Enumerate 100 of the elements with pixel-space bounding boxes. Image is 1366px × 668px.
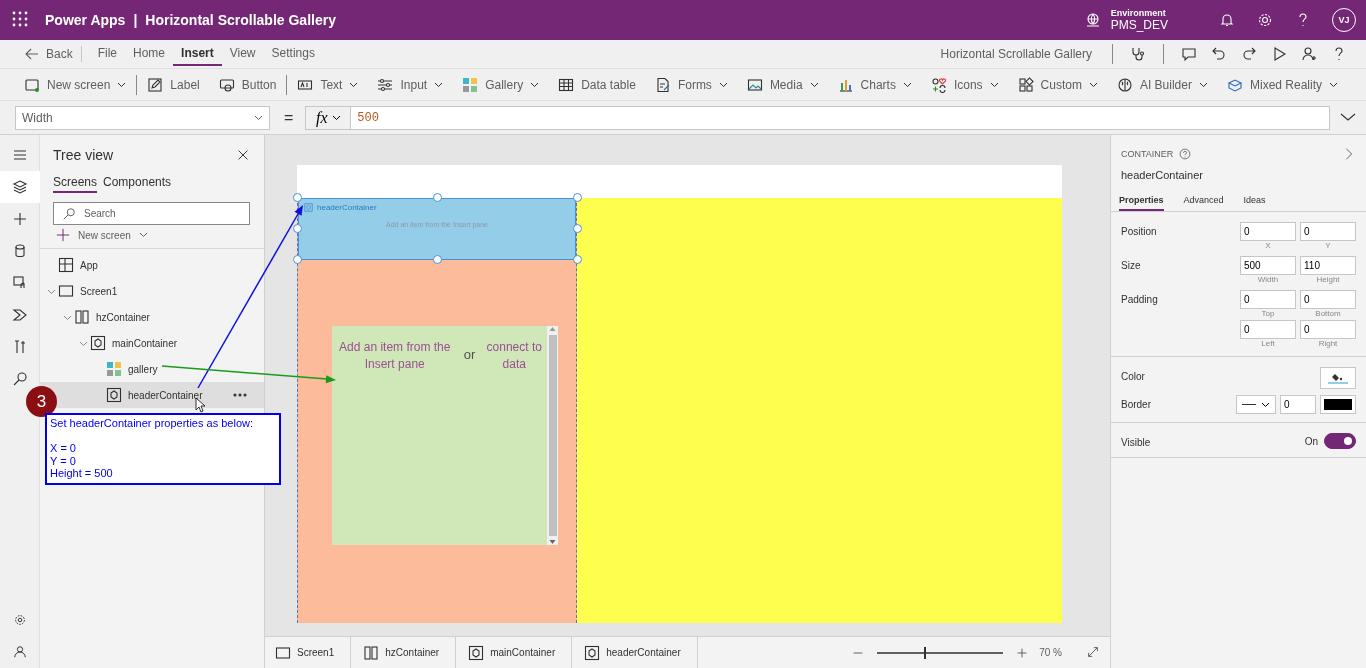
app-launcher-icon[interactable] xyxy=(12,10,28,27)
screen-icon xyxy=(275,644,291,661)
properties-tab[interactable]: Ideas xyxy=(1243,195,1266,211)
resize-handle[interactable] xyxy=(293,193,302,202)
undo-icon[interactable] xyxy=(1211,46,1227,62)
search-field[interactable]: Search xyxy=(53,202,250,225)
search-icon xyxy=(62,206,76,221)
resize-handle[interactable] xyxy=(293,255,302,264)
share-user-icon[interactable] xyxy=(1301,46,1317,62)
flow-icon[interactable] xyxy=(11,307,28,323)
field-caption: Right xyxy=(1318,339,1338,348)
properties-tab[interactable]: Properties xyxy=(1119,195,1164,211)
back-button[interactable]: Back xyxy=(24,46,82,62)
back-arrow-icon xyxy=(24,46,40,62)
formula-field[interactable]: 500 xyxy=(351,105,1330,130)
breadcrumb-item[interactable]: hzContainer xyxy=(363,636,457,668)
number-field[interactable]: 0 xyxy=(1300,222,1356,241)
function-button[interactable]: fx xyxy=(305,105,352,130)
plus-icon xyxy=(56,228,70,242)
scroll-down-icon[interactable] xyxy=(549,539,556,545)
number-field[interactable]: 0 xyxy=(1300,290,1356,309)
visible-toggle[interactable] xyxy=(1324,433,1356,449)
sliders-icon xyxy=(377,76,394,93)
property-label: Border xyxy=(1121,398,1151,410)
container-name: headerContainer xyxy=(317,203,377,212)
fullscreen-icon[interactable] xyxy=(1086,644,1100,659)
number-field[interactable]: 110 xyxy=(1300,256,1356,275)
number-field[interactable]: 0 xyxy=(1300,320,1356,339)
tree-item[interactable]: App xyxy=(40,252,264,278)
resize-handle[interactable] xyxy=(433,255,442,264)
media-icon[interactable] xyxy=(11,275,28,291)
resize-handle[interactable] xyxy=(433,193,442,202)
border-color-button[interactable] xyxy=(1320,395,1356,414)
panel-tab[interactable]: Screens xyxy=(53,175,98,193)
mouse-cursor-icon xyxy=(195,397,206,413)
menu-icon[interactable] xyxy=(11,147,28,163)
ribbon-button[interactable]: Input xyxy=(377,76,444,93)
environment-label: Environment xyxy=(1110,8,1167,18)
scrollbar-thumb[interactable] xyxy=(548,335,557,536)
ribbon-button[interactable]: New screen xyxy=(24,76,127,93)
menu-tab[interactable]: View xyxy=(221,42,264,66)
bell-icon[interactable] xyxy=(1219,12,1235,28)
field-caption: Height xyxy=(1316,275,1340,284)
redo-icon[interactable] xyxy=(1241,46,1257,62)
number-field[interactable]: 0 xyxy=(1240,290,1296,309)
panel-tab[interactable]: Components xyxy=(103,175,172,193)
property-label: Padding xyxy=(1121,293,1158,305)
properties-tab[interactable]: Advanced xyxy=(1183,195,1224,211)
breadcrumb-item[interactable]: Screen1 xyxy=(275,636,352,668)
tree-item[interactable]: gallery xyxy=(40,356,264,382)
layers-icon[interactable] xyxy=(11,179,28,195)
toggle-state: On xyxy=(1304,435,1318,447)
ribbon-button[interactable]: Button xyxy=(218,76,277,93)
number-field[interactable]: 0 xyxy=(1240,320,1296,339)
menu-tab[interactable]: File xyxy=(89,42,126,66)
close-icon[interactable] xyxy=(236,148,250,162)
tree-item[interactable]: mainContainer xyxy=(40,330,264,356)
menu-tab[interactable]: Insert xyxy=(173,42,222,66)
pencil-icon xyxy=(147,76,164,93)
number-field[interactable]: 500 xyxy=(1240,256,1296,275)
fill-color-button[interactable] xyxy=(1320,367,1356,389)
help-icon[interactable] xyxy=(1179,148,1192,160)
ribbon-button[interactable]: Text xyxy=(297,76,359,93)
connect-hint: connect to data xyxy=(485,339,543,373)
settings-icon[interactable] xyxy=(1257,12,1273,28)
resize-handle[interactable] xyxy=(293,224,302,233)
search-icon[interactable] xyxy=(11,371,28,387)
ribbon-button[interactable]: Label xyxy=(147,76,200,93)
menu-tab[interactable]: Home xyxy=(125,42,174,66)
ribbon-button[interactable]: Data table xyxy=(558,76,636,93)
new-screen-button[interactable]: New screen xyxy=(56,228,264,242)
border-width-field[interactable]: 0 xyxy=(1280,395,1316,414)
field-caption: Y xyxy=(1325,241,1331,250)
environment-icon xyxy=(1084,12,1101,28)
title-separator: | xyxy=(133,12,138,28)
stethoscope-icon[interactable] xyxy=(1130,46,1146,62)
settings-icon[interactable] xyxy=(12,613,27,627)
container-icon xyxy=(468,644,485,661)
ribbon-button[interactable]: Forms xyxy=(654,76,728,93)
border-style-dropdown[interactable] xyxy=(1236,395,1276,414)
panel-title: Tree view xyxy=(53,147,114,163)
ribbon-button[interactable]: AI Builder xyxy=(1116,76,1208,93)
plus-icon[interactable] xyxy=(11,211,28,227)
ribbon-button[interactable]: Custom xyxy=(1017,76,1098,93)
ribbon-button[interactable]: Mixed Reality xyxy=(1226,76,1338,93)
breadcrumb-item[interactable]: headerContainer xyxy=(584,636,698,668)
ribbon-button[interactable]: Media xyxy=(746,76,819,93)
user-icon[interactable] xyxy=(12,645,27,659)
comment-icon[interactable] xyxy=(1181,46,1197,62)
menu-tab[interactable]: Settings xyxy=(263,42,323,66)
property-dropdown[interactable]: Width xyxy=(15,105,270,130)
tree-item[interactable]: hzContainer xyxy=(40,304,264,330)
tree-item[interactable]: Screen1 xyxy=(40,278,264,304)
play-icon[interactable] xyxy=(1271,46,1287,62)
ribbon-button[interactable]: Charts xyxy=(837,76,912,93)
control-type: CONTAINER xyxy=(1121,149,1174,159)
ribbon-button[interactable]: Gallery xyxy=(462,76,540,93)
breadcrumb-item[interactable]: mainContainer xyxy=(468,636,573,668)
ribbon-button[interactable]: Icons xyxy=(930,76,999,93)
number-field[interactable]: 0 xyxy=(1240,222,1296,241)
